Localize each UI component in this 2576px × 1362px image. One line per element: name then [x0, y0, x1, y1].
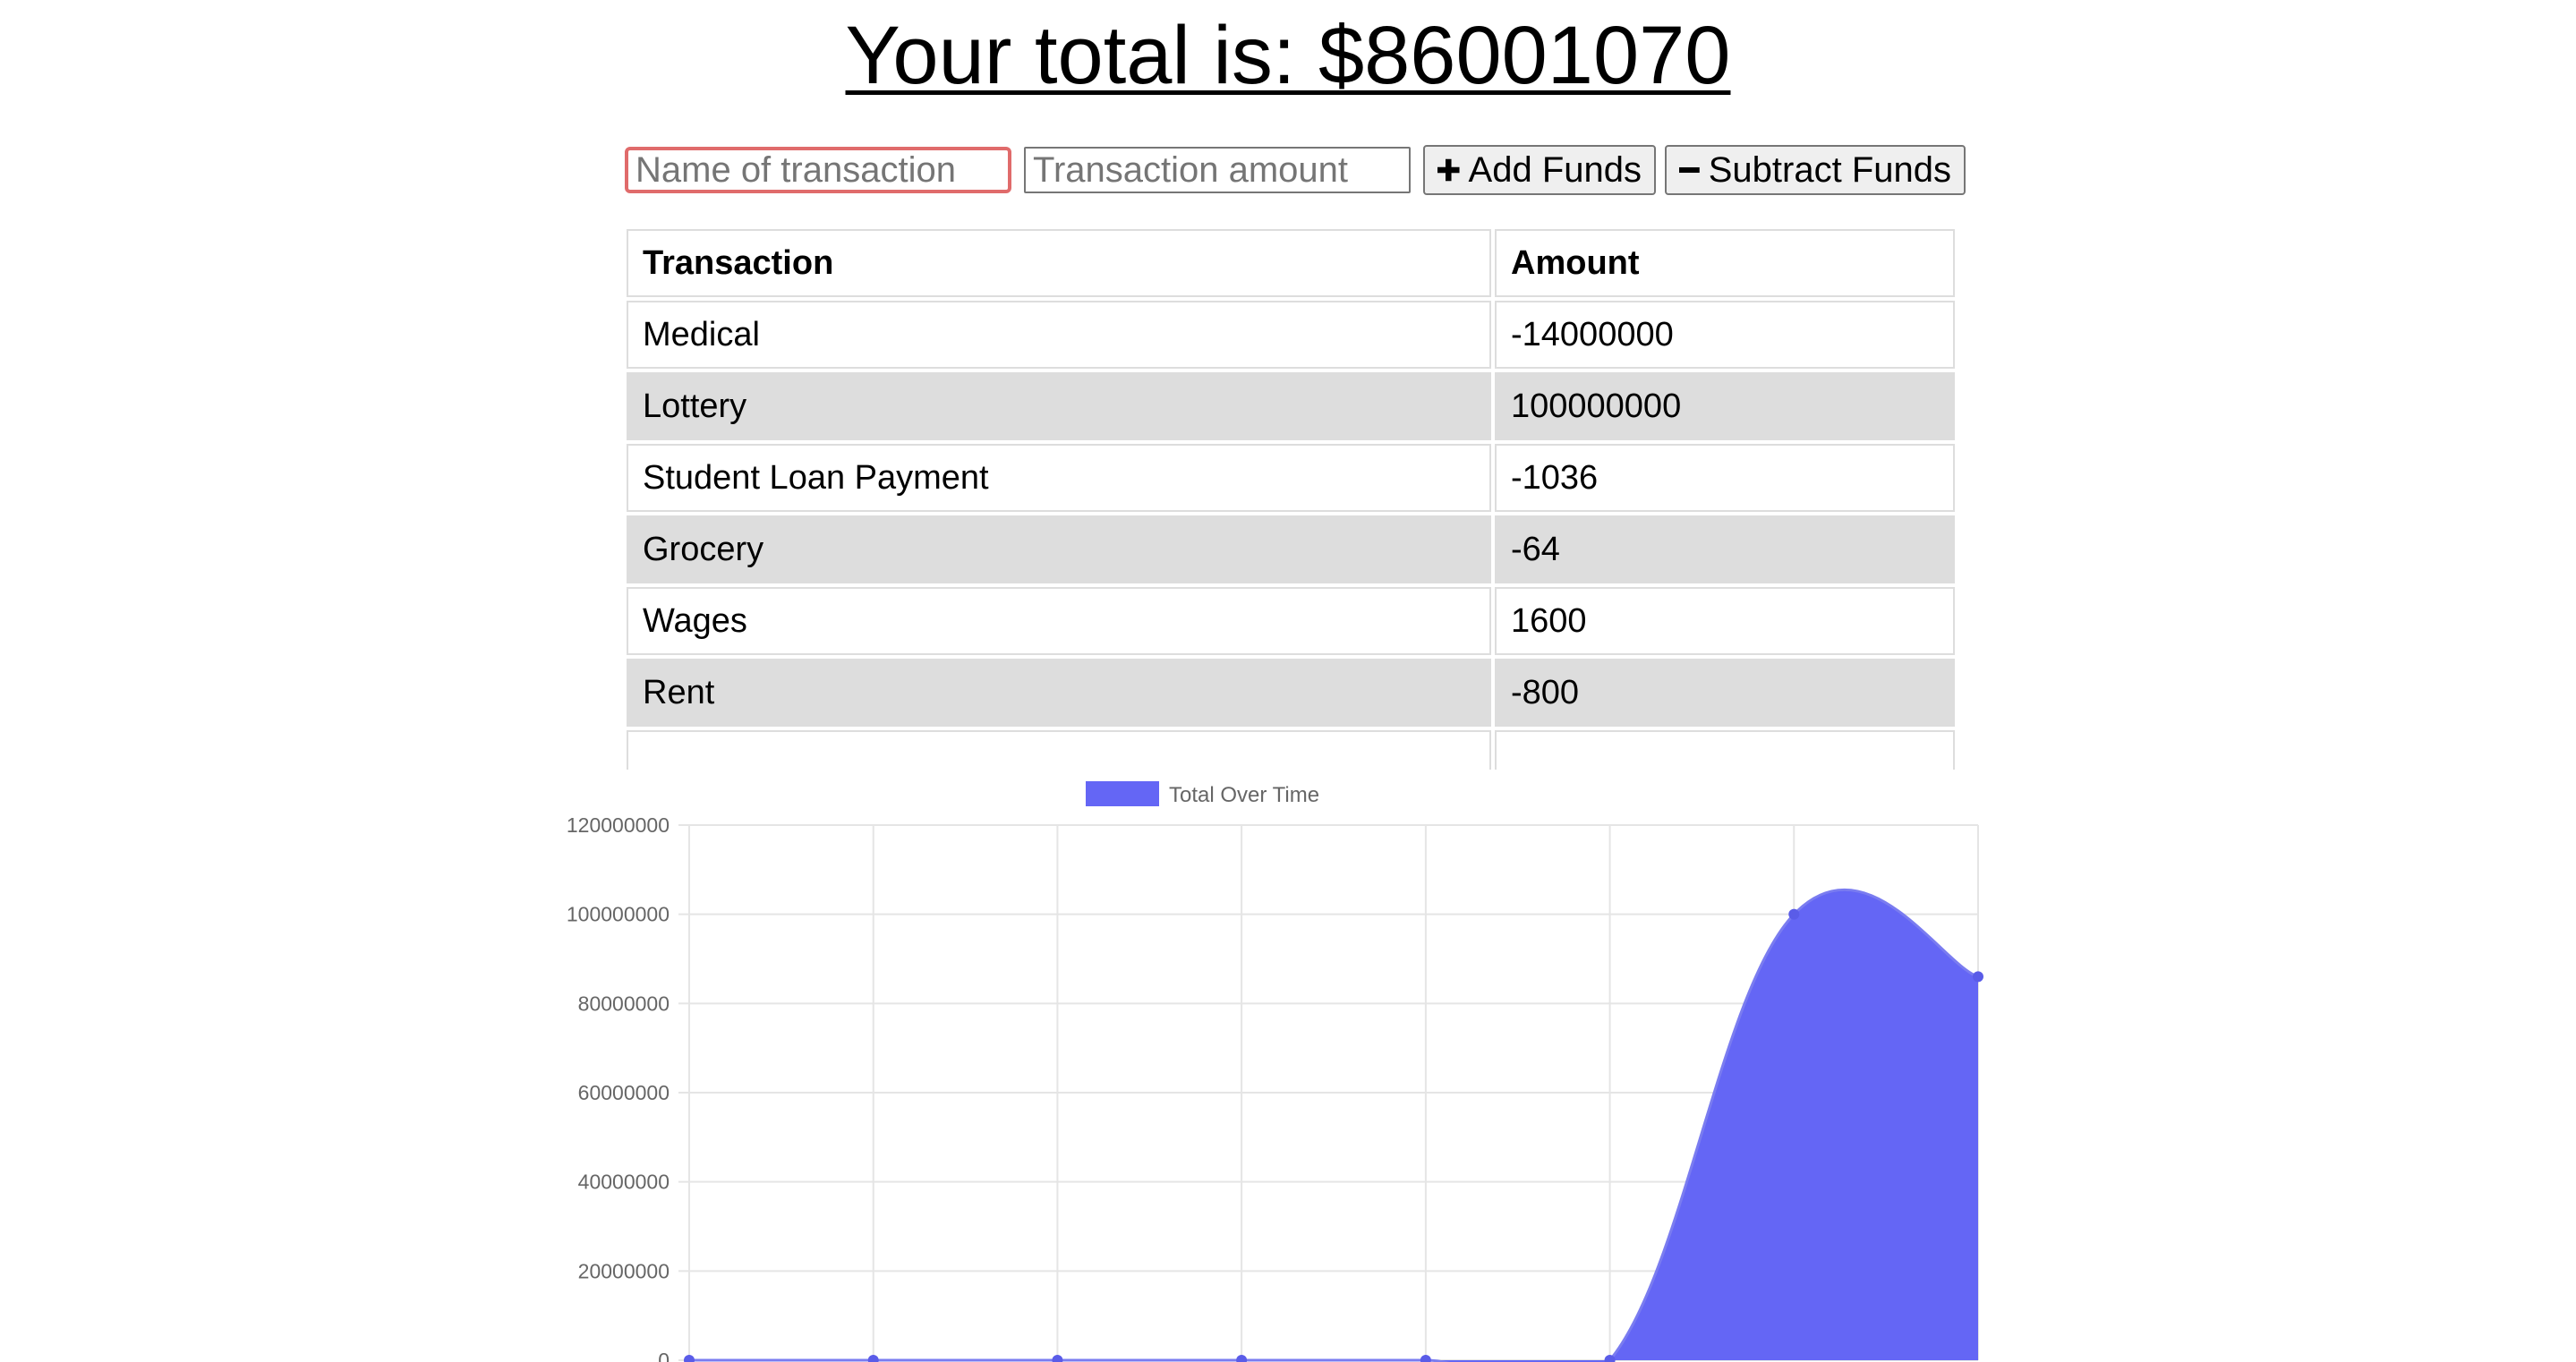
transaction-amount-cell: 1600 [1495, 587, 1955, 655]
table-row: Wages 1600 [627, 587, 1955, 655]
table-row: Medical -14000000 [627, 301, 1955, 369]
transaction-amount-cell: -800 [1495, 659, 1955, 727]
data-point [684, 1355, 695, 1362]
transaction-amount-cell: -1036 [1495, 444, 1955, 512]
total-over-time-chart: 120000000 100000000 80000000 60000000 400000… [501, 770, 2005, 1362]
y-tick-label: 100000000 [567, 903, 670, 926]
subtract-funds-button[interactable]: Subtract Funds [1665, 145, 1966, 195]
plus-icon [1437, 158, 1460, 182]
transaction-name-cell: Rent [627, 659, 1491, 727]
transaction-name-cell: Wages [627, 587, 1491, 655]
y-tick-label: 80000000 [578, 992, 670, 1015]
transaction-name-cell: Medical [627, 301, 1491, 369]
amount-column-header: Amount [1495, 229, 1955, 297]
data-point [1236, 1355, 1248, 1362]
transaction-amount-input[interactable] [1024, 147, 1411, 193]
legend-label: Total Over Time [1169, 783, 1319, 807]
transaction-column-header: Transaction [627, 229, 1491, 297]
table-row: Student Loan Payment -1036 [627, 444, 1955, 512]
series-area [689, 890, 1978, 1362]
table-row [627, 730, 1955, 770]
y-tick-label: 120000000 [567, 813, 670, 837]
transactions-table: Transaction Amount Medical -14000000 Lot… [627, 229, 1958, 770]
total-heading: Your total is: $86001070 [845, 10, 1731, 101]
transaction-amount-cell [1495, 730, 1955, 770]
table-row: Rent -800 [627, 659, 1955, 727]
table-row: Grocery -64 [627, 515, 1955, 583]
add-funds-label: Add Funds [1468, 149, 1642, 190]
transaction-amount-cell: -14000000 [1495, 301, 1955, 369]
add-funds-button[interactable]: Add Funds [1423, 145, 1656, 195]
transaction-amount-cell: 100000000 [1495, 372, 1955, 440]
y-tick-label: 60000000 [578, 1081, 670, 1104]
transaction-name-cell: Grocery [627, 515, 1491, 583]
data-point [1973, 971, 1983, 983]
y-tick-label: 40000000 [578, 1170, 670, 1194]
data-point [1052, 1355, 1063, 1362]
table-header-row: Transaction Amount [627, 229, 1955, 297]
transaction-amount-cell: -64 [1495, 515, 1955, 583]
transactions-table-container[interactable]: Transaction Amount Medical -14000000 Lot… [627, 229, 1962, 770]
minus-icon [1679, 166, 1700, 174]
transaction-name-input[interactable] [625, 147, 1011, 193]
chart-svg: 120000000 100000000 80000000 60000000 400000… [567, 781, 1983, 1362]
data-point [1420, 1355, 1431, 1362]
transaction-name-cell: Student Loan Payment [627, 444, 1491, 512]
data-point [1788, 908, 1800, 920]
budget-tracker-page: Your total is: $86001070 Add Funds Subtr… [0, 0, 2576, 1362]
table-row: Lottery 100000000 [627, 372, 1955, 440]
transaction-name-cell [627, 730, 1491, 770]
legend-swatch [1086, 781, 1159, 806]
data-point [867, 1355, 879, 1362]
subtract-funds-label: Subtract Funds [1708, 149, 1951, 190]
transaction-name-cell: Lottery [627, 372, 1491, 440]
y-tick-label: 20000000 [578, 1259, 670, 1282]
y-tick-label: 0 [658, 1349, 670, 1362]
